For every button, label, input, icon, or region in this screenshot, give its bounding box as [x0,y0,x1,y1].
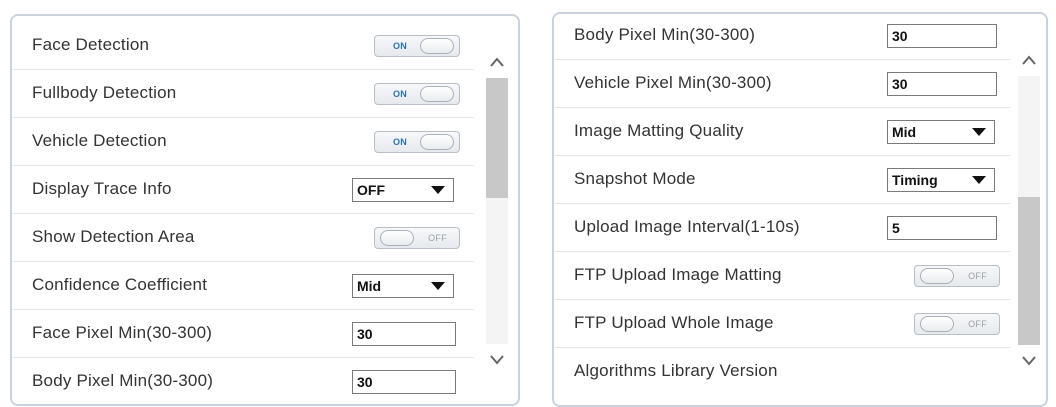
select-value: Timing [892,172,938,188]
setting-label: Confidence Coefficient [32,275,208,294]
setting-row-image-matting-quality: Image Matting Quality Mid [554,108,1010,156]
settings-list: Body Pixel Min(30-300) Vehicle Pixel Min(… [554,14,1010,396]
setting-row-face-detection: Face Detection ON [12,22,474,70]
setting-label: Fullbody Detection [32,83,177,102]
snapshot-mode-select[interactable]: Timing [887,168,995,192]
select-value: OFF [357,182,385,198]
setting-control: OFF [887,300,1000,348]
setting-label: Algorithms Library Version [574,361,778,380]
toggle-state-text: OFF [968,271,987,281]
setting-label: Display Trace Info [32,179,172,198]
fullbody-detection-toggle[interactable]: ON [374,83,460,105]
chevron-up-icon[interactable] [488,54,506,72]
select-value: Mid [357,278,382,294]
setting-label: Face Detection [32,35,150,54]
toggle-knob[interactable] [420,86,454,102]
right-settings-panel: Body Pixel Min(30-300) Vehicle Pixel Min(… [552,12,1048,407]
setting-label: Image Matting Quality [574,121,744,140]
setting-label: Vehicle Detection [32,131,167,150]
chevron-down-icon[interactable] [1020,351,1038,369]
setting-row-upload-image-interval: Upload Image Interval(1-10s) [554,204,1010,252]
setting-control: ON [352,22,460,70]
setting-control: ON [352,70,460,118]
triangle-down-icon[interactable] [972,128,986,136]
setting-row-snapshot-mode: Snapshot Mode Timing [554,156,1010,204]
setting-control: Timing [887,156,995,204]
toggle-state-text: ON [393,137,408,147]
vehicle-detection-toggle[interactable]: ON [374,131,460,153]
setting-row-show-detection-area: Show Detection Area OFF [12,214,474,262]
setting-label: Face Pixel Min(30-300) [32,323,213,342]
face-detection-toggle[interactable]: ON [374,35,460,57]
triangle-down-icon[interactable] [972,176,986,184]
triangle-down-icon[interactable] [431,282,445,290]
chevron-up-icon[interactable] [1020,52,1038,70]
upload-image-interval-input[interactable] [887,216,997,240]
setting-row-body-pixel-min: Body Pixel Min(30-300) [554,14,1010,60]
toggle-knob[interactable] [380,230,414,246]
settings-list: Face Detection ON Fullbody Detection ON Vehi… [12,22,474,404]
setting-label: FTP Upload Whole Image [574,313,774,332]
setting-control: Mid [887,108,995,156]
ftp-upload-image-matting-toggle[interactable]: OFF [914,265,1000,287]
scrollbar-track[interactable] [1018,76,1040,345]
setting-label: Vehicle Pixel Min(30-300) [574,73,772,92]
setting-control [352,310,456,358]
confidence-coefficient-select[interactable]: Mid [352,274,454,298]
setting-control: Mid [352,262,454,310]
setting-control: OFF [352,166,454,214]
ftp-upload-whole-image-toggle[interactable]: OFF [914,313,1000,335]
setting-row-confidence-coefficient: Confidence Coefficient Mid [12,262,474,310]
scrollbar-track[interactable] [486,78,508,344]
body-pixel-min-input[interactable] [352,370,456,394]
show-detection-area-toggle[interactable]: OFF [374,227,460,249]
triangle-down-icon[interactable] [431,186,445,194]
setting-control: OFF [887,252,1000,300]
setting-row-vehicle-pixel-min: Vehicle Pixel Min(30-300) [554,60,1010,108]
setting-row-ftp-upload-image-matting: FTP Upload Image Matting OFF [554,252,1010,300]
setting-label: Upload Image Interval(1-10s) [574,217,800,236]
toggle-state-text: ON [393,89,408,99]
setting-control [887,60,997,108]
face-pixel-min-input[interactable] [352,322,456,346]
setting-control: OFF [352,214,460,262]
setting-row-algorithms-library-version: Algorithms Library Version [554,348,1010,396]
toggle-state-text: ON [393,41,408,51]
setting-control [352,358,456,404]
setting-label: Snapshot Mode [574,169,696,188]
left-settings-panel: Face Detection ON Fullbody Detection ON Vehi… [10,14,520,406]
toggle-knob[interactable] [920,268,954,284]
setting-control [887,14,997,60]
chevron-down-icon[interactable] [488,350,506,368]
select-value: Mid [892,124,917,140]
vehicle-pixel-min-input[interactable] [887,72,997,96]
setting-label: Show Detection Area [32,227,195,246]
toggle-knob[interactable] [420,38,454,54]
setting-control [887,204,997,252]
setting-label: Body Pixel Min(30-300) [574,25,756,44]
display-trace-info-select[interactable]: OFF [352,178,454,202]
setting-row-display-trace-info: Display Trace Info OFF [12,166,474,214]
setting-label: Body Pixel Min(30-300) [32,371,214,390]
toggle-knob[interactable] [420,134,454,150]
toggle-state-text: OFF [968,319,987,329]
image-matting-quality-select[interactable]: Mid [887,120,995,144]
setting-row-face-pixel-min: Face Pixel Min(30-300) [12,310,474,358]
vertical-scrollbar[interactable] [1010,14,1040,405]
vertical-scrollbar[interactable] [478,16,508,404]
setting-row-vehicle-detection: Vehicle Detection ON [12,118,474,166]
toggle-knob[interactable] [920,316,954,332]
setting-row-body-pixel-min: Body Pixel Min(30-300) [12,358,474,404]
setting-row-ftp-upload-whole-image: FTP Upload Whole Image OFF [554,300,1010,348]
setting-row-fullbody-detection: Fullbody Detection ON [12,70,474,118]
setting-label: FTP Upload Image Matting [574,265,782,284]
body-pixel-min-input[interactable] [887,24,997,48]
setting-control: ON [352,118,460,166]
scrollbar-thumb[interactable] [1018,197,1040,345]
scrollbar-thumb[interactable] [486,78,508,198]
toggle-state-text: OFF [428,233,447,243]
